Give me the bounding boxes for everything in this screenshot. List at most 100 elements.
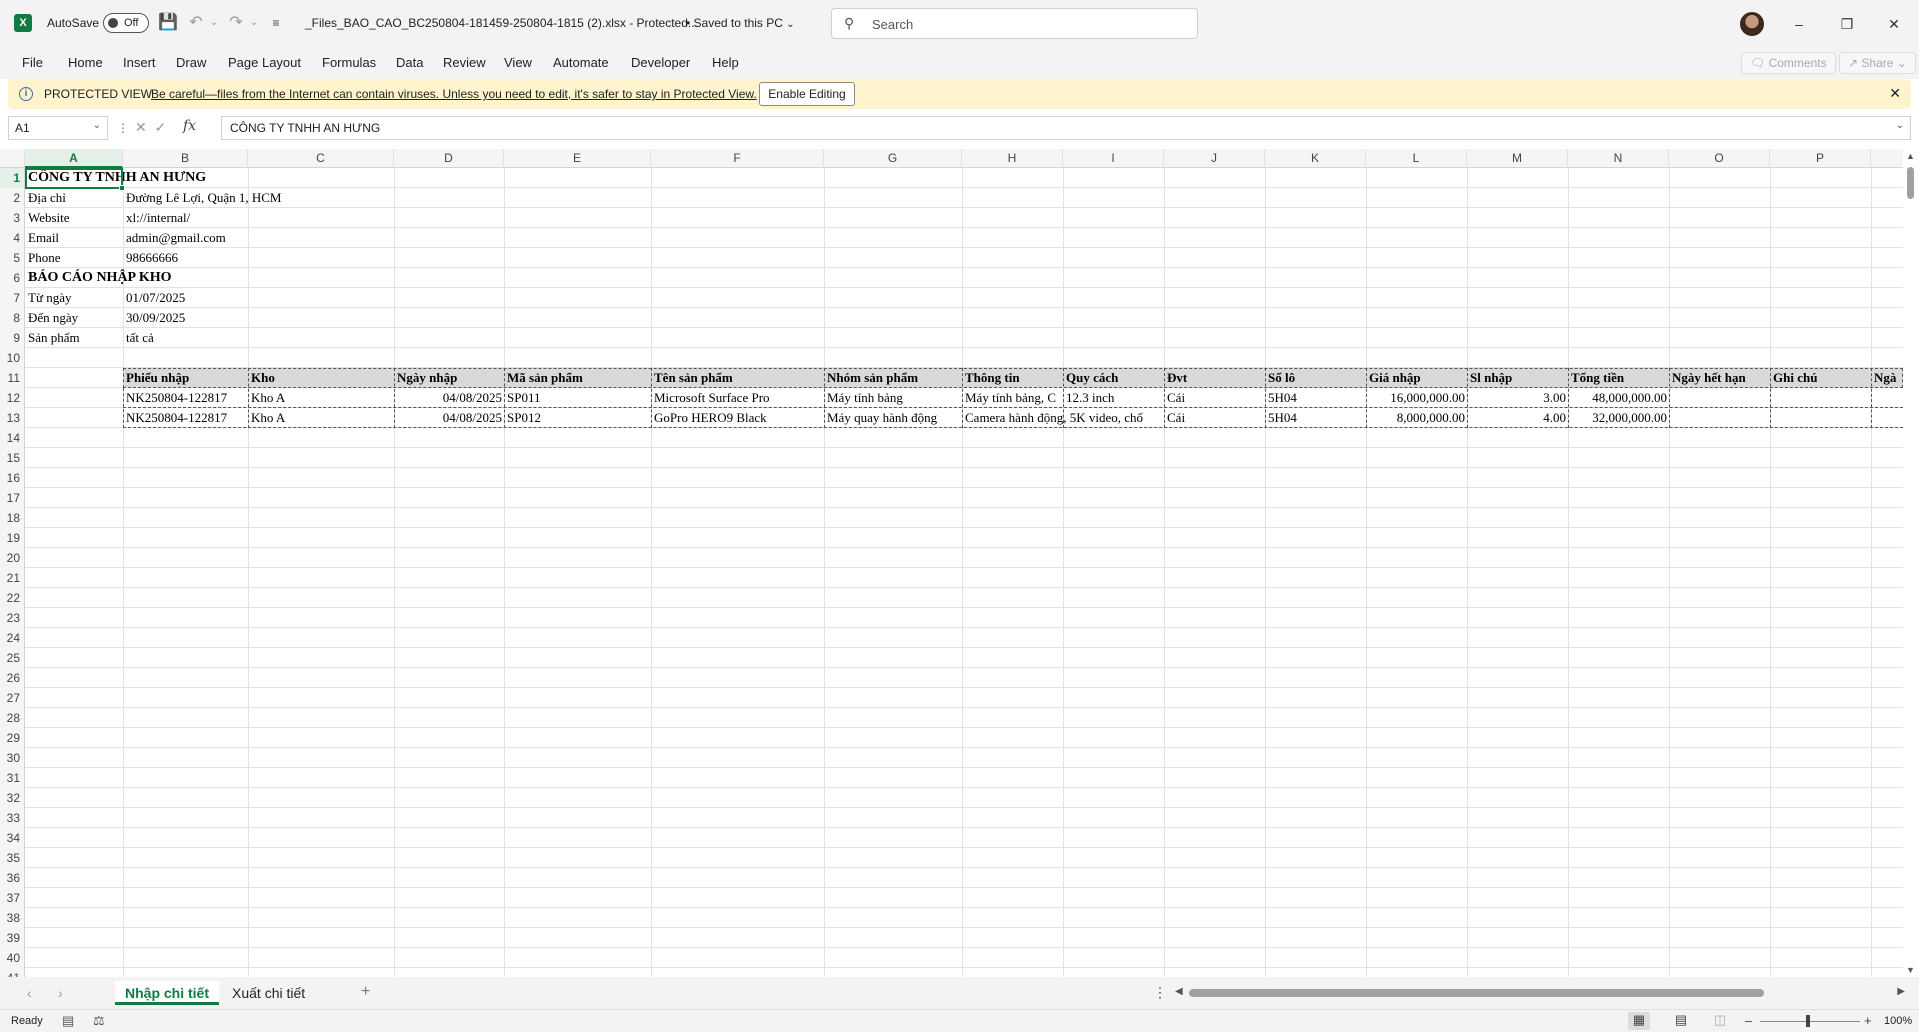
row-header[interactable]: 18 <box>0 508 25 528</box>
row-header[interactable]: 36 <box>0 868 25 888</box>
customize-qat-icon[interactable]: ≡ <box>266 13 286 33</box>
more-options-icon[interactable]: ⋮ <box>1153 984 1167 1001</box>
column-header-i[interactable]: I <box>1063 149 1164 168</box>
close-icon[interactable]: ✕ <box>1889 85 1901 102</box>
row-header[interactable]: 4 <box>0 228 25 248</box>
tab-page-layout[interactable]: Page Layout <box>228 55 301 70</box>
row-header[interactable]: 1 <box>0 168 25 188</box>
column-header-o[interactable]: O <box>1669 149 1770 168</box>
enter-icon[interactable]: ✓ <box>155 119 167 135</box>
zoom-out-icon[interactable]: – <box>1745 1013 1752 1028</box>
row-header[interactable]: 11 <box>0 368 25 388</box>
row-header[interactable]: 5 <box>0 248 25 268</box>
search-box[interactable]: ⚲ Search <box>831 8 1198 39</box>
row-header[interactable]: 32 <box>0 788 25 808</box>
row-header[interactable]: 29 <box>0 728 25 748</box>
scroll-down-icon[interactable]: ▼ <box>1906 965 1915 975</box>
scroll-up-icon[interactable]: ▲ <box>1906 151 1915 161</box>
row-header[interactable]: 21 <box>0 568 25 588</box>
column-header-c[interactable]: C <box>248 149 394 168</box>
row-header[interactable]: 41 <box>0 968 25 977</box>
row-header[interactable]: 13 <box>0 408 25 428</box>
tab-insert[interactable]: Insert <box>123 55 156 70</box>
row-header[interactable]: 14 <box>0 428 25 448</box>
tab-help[interactable]: Help <box>712 55 739 70</box>
row-header[interactable]: 40 <box>0 948 25 968</box>
row-header[interactable]: 34 <box>0 828 25 848</box>
normal-view-icon[interactable]: ▦ <box>1628 1012 1650 1030</box>
expand-formula-icon[interactable]: ⌄ <box>1896 120 1904 131</box>
undo-icon[interactable]: ↶ <box>186 13 206 33</box>
column-header-f[interactable]: F <box>651 149 824 168</box>
row-header[interactable]: 39 <box>0 928 25 948</box>
row-header[interactable]: 35 <box>0 848 25 868</box>
column-header-n[interactable]: N <box>1568 149 1669 168</box>
fill-handle[interactable] <box>119 185 125 191</box>
tab-file[interactable]: File <box>22 55 43 70</box>
sheet-tab-xuat-chi-tiet[interactable]: Xuất chi tiết <box>222 981 315 1005</box>
row-header[interactable]: 33 <box>0 808 25 828</box>
comments-button[interactable]: 🗨 Comments <box>1741 52 1836 74</box>
share-button[interactable]: ↗ Share ⌄ <box>1839 52 1916 74</box>
column-header-a[interactable]: A <box>25 149 123 168</box>
tab-draw[interactable]: Draw <box>176 55 206 70</box>
prev-sheet-icon[interactable]: ‹ <box>27 985 32 1001</box>
tab-review[interactable]: Review <box>443 55 486 70</box>
document-title[interactable]: _Files_BAO_CAO_BC250804-181459-250804-18… <box>305 16 698 30</box>
select-all-corner[interactable] <box>0 149 25 168</box>
row-header[interactable]: 12 <box>0 388 25 408</box>
insert-function-icon[interactable]: fx <box>183 118 196 134</box>
restore-icon[interactable]: ❐ <box>1832 12 1862 36</box>
accessibility-icon[interactable]: ⚖ <box>93 1013 105 1029</box>
spreadsheet-grid[interactable]: A B C D E F G H I J K L M N O P CÔNG TY … <box>0 149 1903 977</box>
zoom-in-icon[interactable]: + <box>1864 1013 1872 1028</box>
column-header-g[interactable]: G <box>824 149 962 168</box>
column-header-j[interactable]: J <box>1164 149 1265 168</box>
zoom-level[interactable]: 100% <box>1884 1015 1912 1027</box>
row-header[interactable]: 27 <box>0 688 25 708</box>
row-header[interactable]: 22 <box>0 588 25 608</box>
scroll-left-icon[interactable]: ◀ <box>1175 986 1183 997</box>
row-header[interactable]: 9 <box>0 328 25 348</box>
autosave-toggle[interactable]: Off <box>103 13 149 33</box>
column-header-d[interactable]: D <box>394 149 504 168</box>
zoom-slider-thumb[interactable] <box>1806 1015 1810 1027</box>
cancel-icon[interactable]: ✕ <box>135 119 147 135</box>
tab-automate[interactable]: Automate <box>553 55 609 70</box>
row-header[interactable]: 2 <box>0 188 25 208</box>
row-header[interactable]: 25 <box>0 648 25 668</box>
scroll-thumb[interactable] <box>1907 167 1914 199</box>
row-header[interactable]: 15 <box>0 448 25 468</box>
row-header[interactable]: 8 <box>0 308 25 328</box>
column-header-k[interactable]: K <box>1265 149 1366 168</box>
tab-formulas[interactable]: Formulas <box>322 55 376 70</box>
row-header[interactable]: 30 <box>0 748 25 768</box>
row-header[interactable]: 20 <box>0 548 25 568</box>
cell-mode-icon[interactable]: ▤ <box>62 1013 74 1029</box>
redo-icon[interactable]: ↷ <box>226 13 246 33</box>
row-header[interactable]: 26 <box>0 668 25 688</box>
minimize-icon[interactable]: – <box>1784 12 1814 36</box>
row-header[interactable]: 23 <box>0 608 25 628</box>
add-sheet-icon[interactable]: + <box>361 983 370 1001</box>
vertical-scrollbar[interactable]: ▲ ▼ <box>1903 149 1919 977</box>
row-header[interactable]: 3 <box>0 208 25 228</box>
row-header[interactable]: 19 <box>0 528 25 548</box>
cell-area[interactable]: CÔNG TY TNHH AN HƯNG Địa chỉ Đường Lê Lợ… <box>25 168 1903 977</box>
close-window-icon[interactable]: ✕ <box>1879 12 1909 36</box>
tab-developer[interactable]: Developer <box>631 55 690 70</box>
undo-dropdown-icon[interactable]: ⌄ <box>204 13 224 33</box>
scroll-right-icon[interactable]: ▶ <box>1897 986 1905 997</box>
row-header[interactable]: 24 <box>0 628 25 648</box>
save-icon[interactable]: 💾 <box>158 13 178 33</box>
sheet-tab-nhap-chi-tiet[interactable]: Nhập chi tiết <box>115 981 220 1005</box>
save-status[interactable]: • Saved to this PC ⌄ <box>686 16 795 30</box>
next-sheet-icon[interactable]: › <box>58 985 63 1001</box>
scroll-thumb[interactable] <box>1189 989 1764 997</box>
zoom-slider[interactable] <box>1760 1021 1860 1022</box>
row-header[interactable]: 6 <box>0 268 25 288</box>
row-header[interactable]: 38 <box>0 908 25 928</box>
avatar[interactable] <box>1740 12 1764 36</box>
tab-view[interactable]: View <box>504 55 532 70</box>
row-header[interactable]: 10 <box>0 348 25 368</box>
